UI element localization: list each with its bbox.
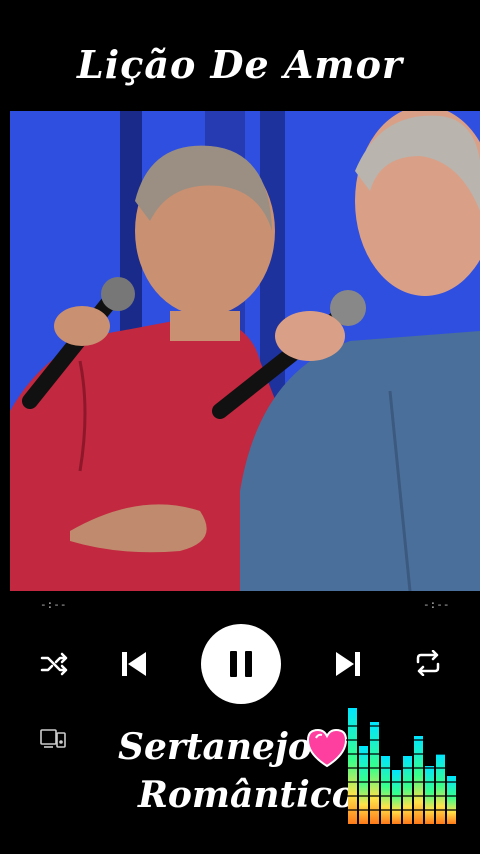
song-title: Lição De Amor <box>77 42 403 87</box>
pause-icon <box>230 651 252 677</box>
equalizer-icon <box>346 706 464 826</box>
pause-button[interactable] <box>201 624 281 704</box>
heart-icon <box>304 726 350 770</box>
remaining-time: -:-- <box>423 598 450 611</box>
brand-line-1: Sertanejo <box>118 726 312 768</box>
cast-device-icon[interactable] <box>38 726 68 752</box>
repeat-icon[interactable] <box>412 648 444 678</box>
brand-line-2: Romântico <box>138 774 356 816</box>
video-still <box>10 111 480 591</box>
elapsed-time: -:-- <box>40 598 67 611</box>
shuffle-icon[interactable] <box>38 650 70 678</box>
previous-icon[interactable] <box>118 648 150 680</box>
next-icon[interactable] <box>332 648 364 680</box>
video-frame[interactable] <box>10 111 480 591</box>
